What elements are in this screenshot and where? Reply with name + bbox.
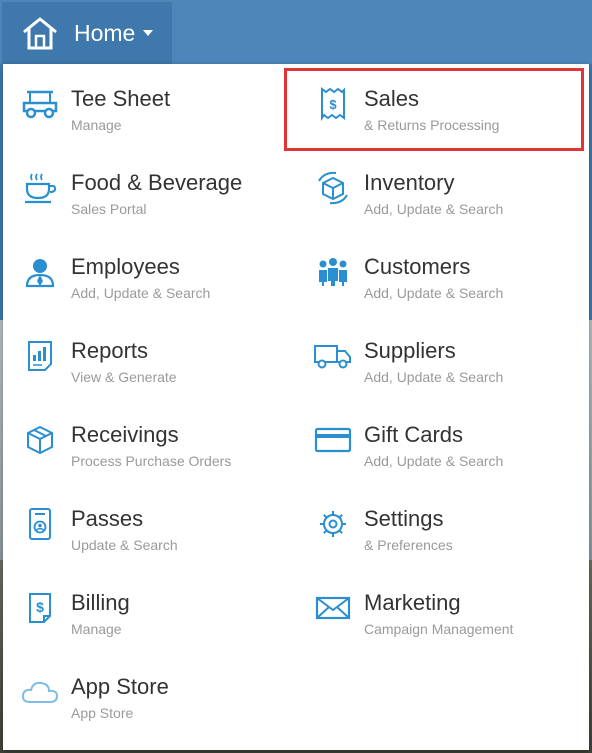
menu-item-title: Marketing bbox=[364, 590, 461, 615]
card-icon bbox=[313, 420, 353, 460]
people-group-icon bbox=[313, 252, 353, 292]
menu-item-app-store[interactable]: App Store App Store bbox=[3, 652, 293, 736]
golf-cart-icon bbox=[20, 84, 60, 124]
home-menu-button[interactable]: Home bbox=[2, 2, 172, 64]
menu-item-subtitle: Add, Update & Search bbox=[364, 453, 504, 469]
menu-item-subtitle: Add, Update & Search bbox=[364, 285, 504, 301]
menu-item-subtitle: Sales Portal bbox=[71, 201, 147, 217]
menu-item-customers[interactable]: Customers Add, Update & Search bbox=[296, 232, 586, 316]
menu-item-reports[interactable]: Reports View & Generate bbox=[3, 316, 293, 400]
chevron-down-icon bbox=[143, 30, 154, 36]
menu-item-title: Sales bbox=[364, 86, 420, 111]
package-icon bbox=[20, 420, 60, 460]
home-label: Home bbox=[74, 19, 136, 46]
home-icon bbox=[20, 15, 60, 51]
gear-icon bbox=[313, 504, 353, 544]
menu-item-title: Tee Sheet bbox=[71, 86, 171, 111]
menu-item-subtitle: Manage bbox=[71, 117, 122, 133]
menu-item-subtitle: App Store bbox=[71, 705, 134, 721]
menu-item-title: App Store bbox=[71, 674, 169, 699]
menu-item-subtitle: Add, Update & Search bbox=[364, 201, 504, 217]
receipt-icon: $ bbox=[313, 84, 353, 124]
menu-item-subtitle: Campaign Management bbox=[364, 621, 514, 637]
menu-item-subtitle: View & Generate bbox=[71, 369, 177, 385]
menu-item-subtitle: & Returns Processing bbox=[364, 117, 500, 133]
menu-item-title: Inventory bbox=[364, 170, 455, 195]
menu-item-subtitle: Add, Update & Search bbox=[71, 285, 211, 301]
menu-item-inventory[interactable]: Inventory Add, Update & Search bbox=[296, 148, 586, 232]
svg-text:$: $ bbox=[36, 599, 44, 615]
menu-item-subtitle: Add, Update & Search bbox=[364, 369, 504, 385]
pass-icon bbox=[20, 504, 60, 544]
menu-item-billing[interactable]: $ Billing Manage bbox=[3, 568, 293, 652]
menu-item-subtitle: Update & Search bbox=[71, 537, 178, 553]
menu-item-gift-cards[interactable]: Gift Cards Add, Update & Search bbox=[296, 400, 586, 484]
svg-text:$: $ bbox=[329, 97, 337, 112]
menu-item-suppliers[interactable]: Suppliers Add, Update & Search bbox=[296, 316, 586, 400]
menu-item-title: Reports bbox=[71, 338, 149, 363]
home-dropdown-menu: Tee Sheet Manage $ Sales & Returns Proce… bbox=[3, 64, 589, 750]
menu-item-subtitle: Manage bbox=[71, 621, 122, 637]
menu-item-sales[interactable]: $ Sales & Returns Processing bbox=[296, 64, 586, 148]
menu-item-receivings[interactable]: Receivings Process Purchase Orders bbox=[3, 400, 293, 484]
truck-icon bbox=[313, 336, 353, 376]
top-navigation-bar: Home bbox=[0, 0, 592, 64]
box-cycle-icon bbox=[313, 168, 353, 208]
employee-icon bbox=[20, 252, 60, 292]
menu-item-employees[interactable]: Employees Add, Update & Search bbox=[3, 232, 293, 316]
menu-item-title: Food & Beverage bbox=[71, 170, 243, 195]
bill-icon: $ bbox=[20, 588, 60, 628]
menu-item-tee-sheet[interactable]: Tee Sheet Manage bbox=[3, 64, 293, 148]
menu-item-passes[interactable]: Passes Update & Search bbox=[3, 484, 293, 568]
envelope-icon bbox=[313, 588, 353, 628]
menu-item-marketing[interactable]: Marketing Campaign Management bbox=[296, 568, 586, 652]
report-chart-icon bbox=[20, 336, 60, 376]
cloud-icon bbox=[20, 672, 60, 712]
menu-item-title: Customers bbox=[364, 254, 471, 279]
menu-item-title: Passes bbox=[71, 506, 144, 531]
menu-item-title: Employees bbox=[71, 254, 180, 279]
menu-item-subtitle: & Preferences bbox=[364, 537, 453, 553]
coffee-cup-icon bbox=[20, 168, 60, 208]
menu-item-subtitle: Process Purchase Orders bbox=[71, 453, 232, 469]
menu-item-settings[interactable]: Settings & Preferences bbox=[296, 484, 586, 568]
menu-item-title: Settings bbox=[364, 506, 444, 531]
menu-item-title: Billing bbox=[71, 590, 130, 615]
menu-item-title: Gift Cards bbox=[364, 422, 464, 447]
menu-item-title: Suppliers bbox=[364, 338, 456, 363]
menu-item-title: Receivings bbox=[71, 422, 179, 447]
menu-item-food-beverage[interactable]: Food & Beverage Sales Portal bbox=[3, 148, 293, 232]
